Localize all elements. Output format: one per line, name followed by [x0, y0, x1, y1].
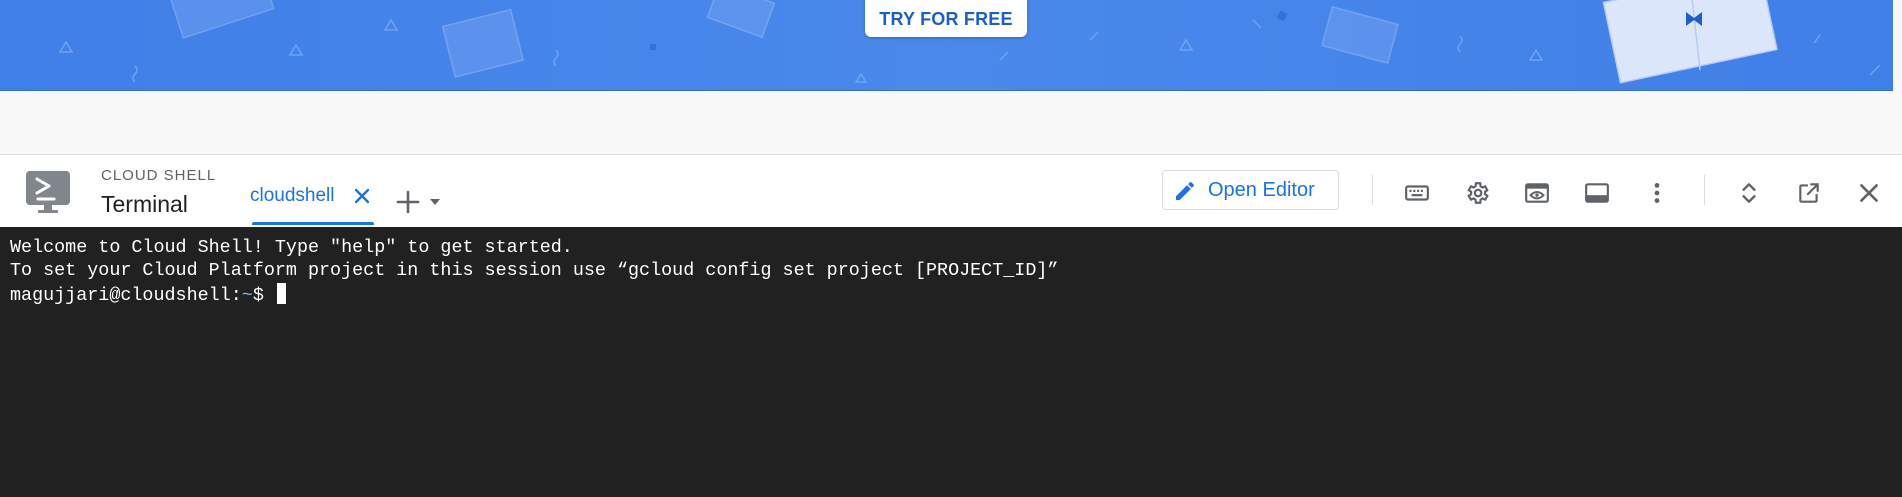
try-for-free-button[interactable]: TRY FOR FREE — [865, 0, 1027, 37]
terminal-monitor-icon — [26, 171, 70, 213]
plus-icon[interactable] — [395, 189, 421, 215]
open-editor-button[interactable]: Open Editor — [1162, 170, 1339, 210]
toolbar-separator — [1372, 175, 1373, 205]
active-tab-indicator — [252, 222, 374, 225]
tab-cloudshell[interactable]: cloudshell — [250, 175, 374, 225]
close-icon — [1860, 184, 1878, 202]
expand-collapse-icon — [1742, 183, 1756, 203]
prompt-user: magujjari@cloudshell: — [10, 285, 242, 306]
open-in-new-window-button[interactable] — [1793, 177, 1825, 209]
open-in-new-window-icon — [1799, 183, 1819, 203]
keyboard-icon — [1405, 185, 1429, 201]
tab-label: cloudshell — [250, 185, 335, 206]
cloud-shell-header: CLOUD SHELL Terminal cloudshell Open Edi… — [0, 155, 1902, 227]
settings-button[interactable] — [1461, 177, 1493, 209]
open-editor-label: Open Editor — [1208, 179, 1315, 201]
keyboard-button[interactable] — [1401, 177, 1433, 209]
terminal-prompt-line: magujjari@cloudshell:~$ — [10, 283, 286, 306]
terminal-cursor — [276, 283, 286, 304]
caret-down-icon[interactable] — [428, 195, 442, 209]
terminal-panel-icon — [1585, 183, 1609, 203]
terminal-project-hint-line: To set your Cloud Platform project in th… — [10, 260, 1059, 281]
promo-banner: TRY FOR FREE — [0, 0, 1893, 91]
page-gap — [0, 92, 1902, 154]
web-preview-icon — [1525, 183, 1549, 203]
toolbar-separator — [1704, 175, 1705, 205]
terminal-welcome-line: Welcome to Cloud Shell! Type "help" to g… — [10, 237, 573, 258]
more-vert-icon — [1654, 183, 1660, 203]
cloud-shell-kicker: CLOUD SHELL — [101, 167, 217, 184]
page-title: Terminal — [101, 191, 188, 217]
prompt-path: ~ — [241, 285, 253, 306]
close-shell-button[interactable] — [1853, 177, 1885, 209]
prompt-symbol: $ — [252, 285, 275, 306]
expand-collapse-button[interactable] — [1733, 177, 1765, 209]
settings-icon — [1467, 182, 1489, 204]
terminal-output[interactable]: Welcome to Cloud Shell! Type "help" to g… — [0, 227, 1902, 497]
pencil-icon — [1176, 181, 1194, 200]
more-options-button[interactable] — [1641, 177, 1673, 209]
web-preview-button[interactable] — [1521, 177, 1553, 209]
close-tab-icon[interactable] — [350, 184, 374, 208]
terminal-panel-button[interactable] — [1581, 177, 1613, 209]
